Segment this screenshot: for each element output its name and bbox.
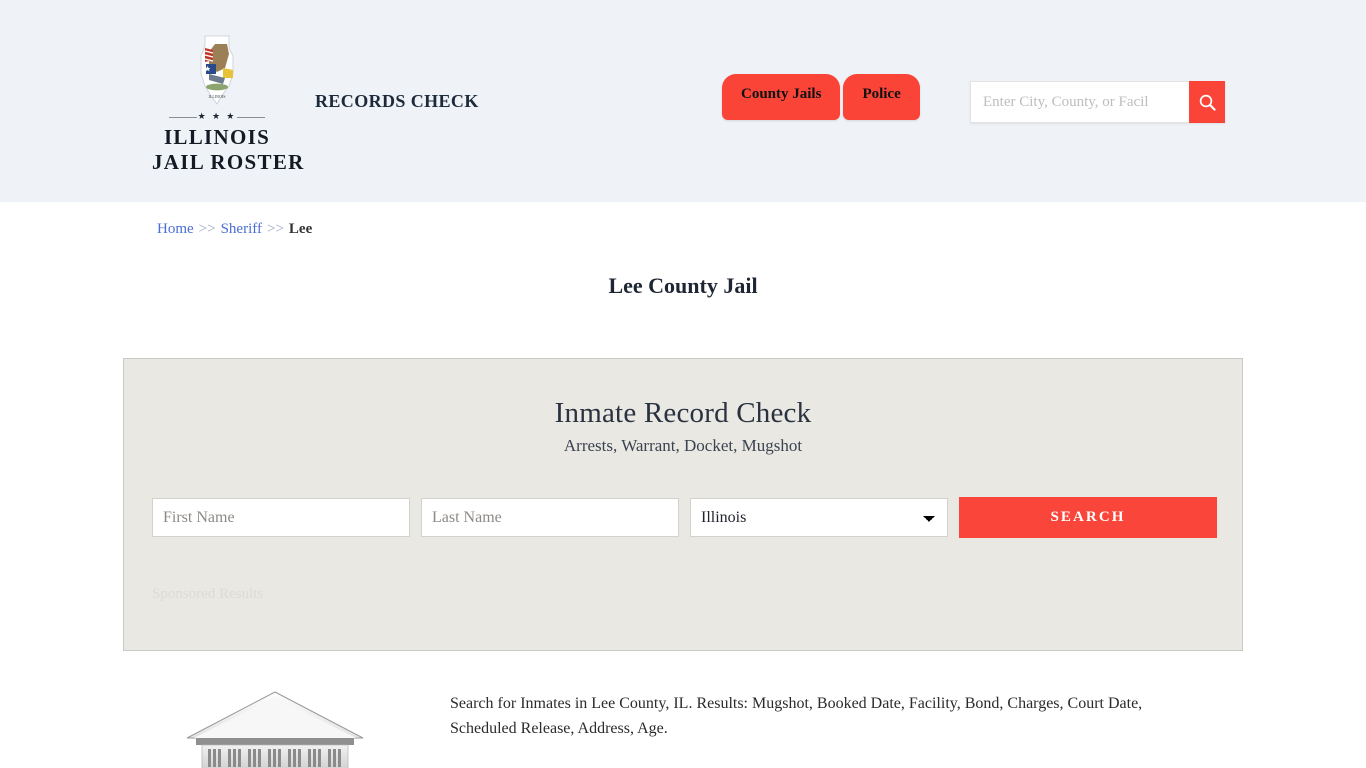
header-search-input[interactable] [970, 81, 1189, 123]
first-name-input[interactable] [152, 498, 410, 537]
logo-divider-stars: ★ ★ ★ [197, 111, 237, 121]
main-navigation: County Jails Police [722, 74, 920, 120]
card-subtitle: Arrests, Warrant, Docket, Mugshot [563, 436, 803, 455]
logo-divider: ★ ★ ★ [169, 111, 265, 121]
content-text-block: Search for Inmates in Lee County, IL. Re… [450, 692, 1210, 768]
content-section: Search for Inmates in Lee County, IL. Re… [0, 672, 1366, 768]
nav-tab-police[interactable]: Police [843, 74, 920, 120]
nav-tab-county-jails[interactable]: County Jails [722, 74, 841, 120]
inmate-search-form: Illinois SEARCH [152, 497, 1217, 538]
search-icon [1199, 94, 1216, 111]
header-search-button[interactable] [1189, 81, 1225, 123]
logo-text-line2: JAIL ROSTER [152, 150, 305, 174]
logo-text-line1: ILLINOIS [163, 125, 271, 149]
breadcrumb: Home >> Sheriff >> Lee [157, 221, 312, 238]
site-header: ILLINOIS ★ ★ ★ ILLINOIS JAIL ROSTER RECO… [0, 0, 1366, 202]
content-description: Search for Inmates in Lee County, IL. Re… [450, 695, 1143, 737]
state-select[interactable]: Illinois [690, 498, 948, 537]
svg-text:ILLINOIS: ILLINOIS [209, 94, 226, 99]
site-logo[interactable]: ILLINOIS ★ ★ ★ ILLINOIS JAIL ROSTER [152, 34, 305, 175]
breadcrumb-separator-2: >> [266, 221, 284, 237]
breadcrumb-current: Lee [288, 221, 313, 237]
inmate-record-check-card: Inmate Record Check Arrests, Warrant, Do… [123, 358, 1243, 651]
page-title: Lee County Jail [608, 273, 758, 298]
breadcrumb-link-home[interactable]: Home [157, 221, 194, 237]
breadcrumb-link-sheriff[interactable]: Sheriff [221, 221, 262, 237]
sponsored-results-label: Sponsored Results [152, 586, 264, 602]
header-search [970, 81, 1225, 123]
breadcrumb-separator-1: >> [198, 221, 216, 237]
last-name-input[interactable] [421, 498, 679, 537]
site-tagline: RECORDS CHECK [315, 91, 479, 111]
courthouse-building-icon [180, 690, 370, 768]
inmate-search-button[interactable]: SEARCH [959, 497, 1217, 538]
illinois-state-seal-icon: ILLINOIS [185, 34, 249, 112]
card-title: Inmate Record Check [554, 397, 812, 429]
